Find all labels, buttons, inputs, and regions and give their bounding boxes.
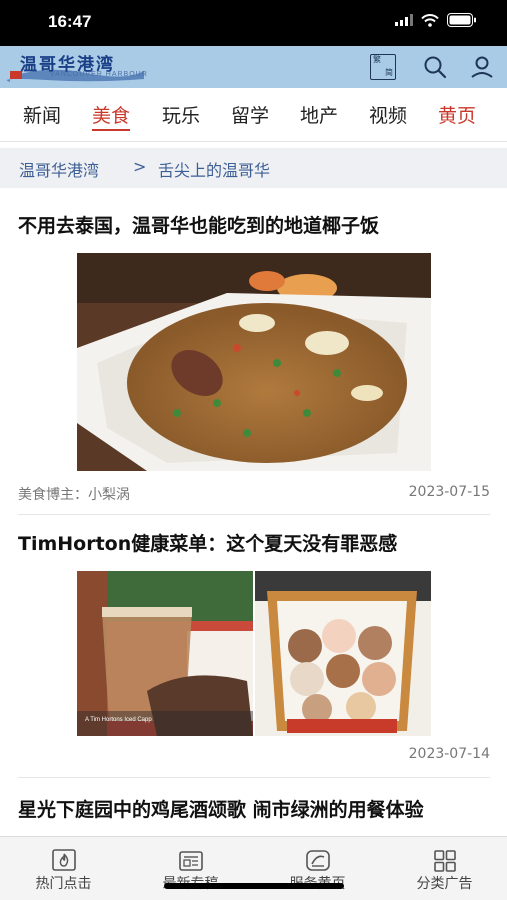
tab-classifieds[interactable]: 分类广告 — [381, 837, 507, 900]
article-date: 2023-07-14 — [408, 746, 490, 762]
signal-icon — [395, 14, 413, 26]
logo-subtitle: VANCOUVER HARBOUR — [50, 71, 148, 78]
article-date: 2023-07-15 — [408, 484, 490, 500]
traditional-simplified-toggle-icon[interactable]: 繁 简 — [368, 52, 398, 82]
article-author: 美食博主：小梨涡 — [18, 487, 130, 503]
breadcrumb-separator: > — [133, 157, 147, 176]
tab-hot-clicks[interactable]: 热门点击 — [0, 837, 127, 900]
article-title[interactable]: TimHorton健康菜单：这个夏天没有罪恶感 — [18, 528, 493, 560]
fire-icon — [51, 849, 76, 871]
category-nav: 新闻 美食 玩乐 留学 地产 视频 黄页 — [0, 88, 507, 142]
article-divider — [18, 777, 490, 778]
tab-latest-articles[interactable]: 最新专稿 — [127, 837, 254, 900]
nav-item-news[interactable]: 新闻 — [23, 101, 61, 128]
site-logo[interactable]: 温哥华港湾 VANCOUVER HARBOUR — [6, 49, 148, 85]
app-header: 温哥华港湾 VANCOUVER HARBOUR 繁 简 — [0, 46, 507, 88]
nav-item-yellowpages[interactable]: 黄页 — [438, 101, 476, 128]
tab-service-directory[interactable]: 服务黄页 — [254, 837, 381, 900]
battery-icon — [447, 13, 476, 27]
nav-item-study[interactable]: 留学 — [231, 101, 269, 128]
home-indicator[interactable] — [164, 883, 344, 889]
status-bar: 16:47 — [0, 0, 507, 46]
user-icon[interactable] — [467, 52, 497, 82]
article-divider — [18, 514, 490, 515]
nav-item-fun[interactable]: 玩乐 — [162, 101, 200, 128]
breadcrumb: 温哥华港湾 > 舌尖上的温哥华 — [0, 148, 507, 188]
grid-icon — [433, 850, 456, 872]
nav-item-food[interactable]: 美食 — [92, 101, 131, 131]
article-image-tim-hortons[interactable]: A Tim Hortons Iced Capp — [77, 571, 431, 736]
status-time: 16:47 — [48, 12, 92, 31]
article-image-coconut-rice[interactable] — [77, 253, 431, 471]
tab-label: 分类广告 — [416, 876, 473, 892]
nav-item-video[interactable]: 视频 — [369, 101, 407, 128]
search-icon[interactable] — [420, 52, 450, 82]
breadcrumb-current[interactable]: 舌尖上的温哥华 — [158, 157, 270, 181]
article-title[interactable]: 不用去泰国，温哥华也能吃到的地道椰子饭 — [18, 210, 493, 242]
tab-label: 热门点击 — [35, 876, 92, 892]
newspaper-icon — [178, 851, 203, 871]
wifi-icon — [421, 13, 439, 27]
bottom-tab-bar: 热门点击 最新专稿 服务黄页 分类广告 — [0, 836, 507, 900]
nav-item-realestate[interactable]: 地产 — [300, 101, 338, 128]
breadcrumb-home[interactable]: 温哥华港湾 — [19, 157, 99, 181]
article-title[interactable]: 星光下庭园中的鸡尾酒颂歌 闹市绿洲的用餐体验 — [18, 794, 493, 826]
service-icon — [305, 850, 330, 871]
svg-text:A Tim Hortons Iced Capp: A Tim Hortons Iced Capp — [85, 717, 152, 723]
